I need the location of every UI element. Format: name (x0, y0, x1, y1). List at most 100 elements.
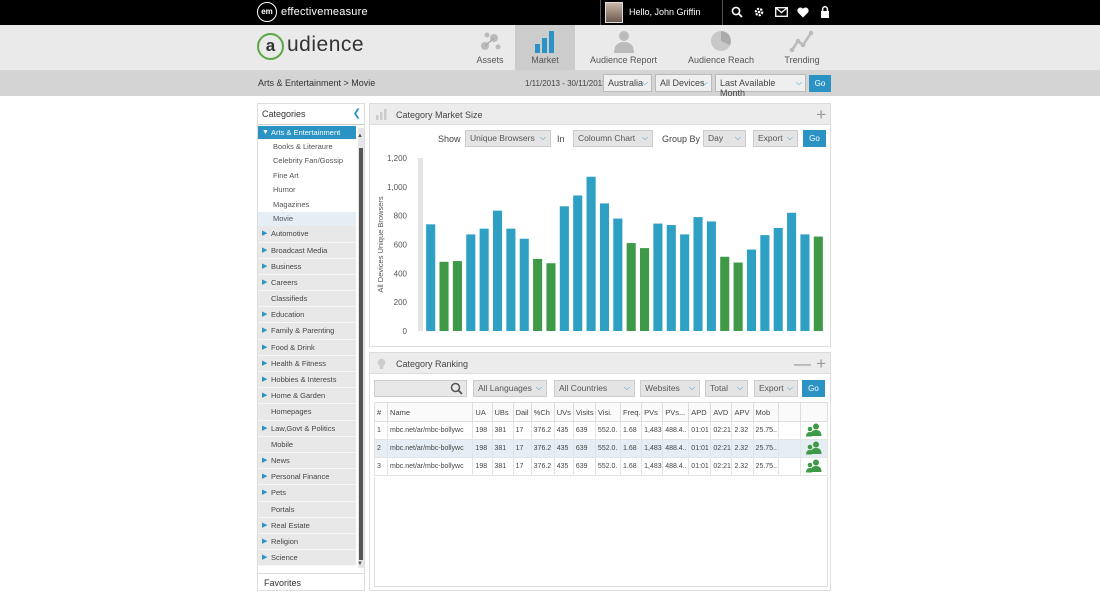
sidebar-subitem[interactable]: Books & Literaure (258, 140, 356, 155)
chart-bar[interactable] (559, 206, 569, 331)
chevron-left-icon[interactable]: ❮ (353, 108, 361, 119)
chart-bar[interactable] (546, 263, 556, 331)
sidebar-item[interactable]: ▶ Personal Finance (258, 469, 356, 486)
total-select[interactable]: Total ⌵ (705, 380, 748, 397)
audience-group-icon[interactable] (805, 441, 822, 455)
chart-bar[interactable] (773, 227, 783, 331)
avatar[interactable] (605, 2, 623, 23)
chart-bar[interactable] (800, 234, 810, 331)
sidebar-item[interactable]: ▶ Home & Garden (258, 388, 356, 405)
favorites-section[interactable]: Favorites (258, 573, 364, 592)
column-header[interactable]: PVs... (662, 402, 690, 422)
user-menu[interactable]: Hello, John Griffin (600, 0, 723, 25)
sidebar-item[interactable]: Homepages (258, 404, 356, 421)
sidebar-item[interactable]: ▶ Pets (258, 485, 356, 502)
nav-audience-reach[interactable]: Audience Reach (672, 25, 770, 70)
column-header[interactable]: %Ch (530, 402, 555, 422)
sidebar-scrollbar-thumb[interactable] (359, 148, 363, 560)
sidebar-item[interactable]: ▶ Law,Govt & Politics (258, 420, 356, 437)
column-header[interactable]: UA (472, 402, 493, 422)
audience-group-icon[interactable] (805, 459, 822, 473)
sidebar-item[interactable]: ▶ Real Estate (258, 517, 356, 534)
nav-trending[interactable]: Trending (770, 25, 834, 70)
column-header[interactable]: Visi. (594, 402, 622, 422)
audience-group-icon[interactable] (805, 423, 822, 437)
column-header[interactable]: AVD (710, 402, 733, 422)
scroll-down-icon[interactable]: ▼ (357, 561, 363, 567)
column-header[interactable]: Visits (572, 402, 596, 422)
sidebar-item[interactable]: Classifieds (258, 291, 356, 308)
sidebar-item[interactable]: ▶ Science (258, 550, 356, 567)
sidebar-item[interactable]: ▶ Broadcast Media (258, 242, 356, 259)
chart-bar[interactable] (746, 249, 757, 331)
effectivemeasure-logo-mark[interactable]: em (257, 2, 277, 22)
sidebar-item[interactable]: ▶ Health & Fitness (258, 355, 356, 373)
sidebar-subitem[interactable]: Celebrity Fan/Gossip (258, 154, 356, 169)
nav-market[interactable]: Market (515, 25, 575, 70)
chart-go-button[interactable]: Go (803, 130, 826, 147)
sidebar-item[interactable]: ▶ Education (258, 307, 356, 324)
chart-bar[interactable] (492, 210, 503, 331)
chart-bar[interactable] (452, 261, 462, 331)
chart-bar[interactable] (640, 248, 650, 331)
nav-assets[interactable]: Assets (465, 25, 515, 70)
sidebar-item[interactable]: Mobile (258, 436, 356, 453)
column-header[interactable]: Freq. (620, 402, 643, 422)
sidebar-item-arts-entertainment[interactable]: ▼ Arts & Entertainment (258, 126, 356, 140)
sidebar-item[interactable]: ▶ Religion (258, 533, 356, 551)
expand-icon[interactable]: + (816, 353, 826, 374)
chart-bar[interactable] (706, 221, 716, 331)
column-header[interactable] (799, 402, 829, 422)
expand-icon[interactable]: + (816, 104, 826, 125)
ranking-go-button[interactable]: Go (802, 380, 825, 397)
country-select[interactable]: Australia ⌵ (603, 74, 652, 92)
nav-audience-report[interactable]: Audience Report (575, 25, 672, 70)
chart-bar[interactable] (653, 223, 663, 331)
ranking-export-select[interactable]: Export ⌵ (754, 380, 798, 397)
chart-bar[interactable] (813, 236, 823, 331)
ranking-search-input[interactable] (374, 380, 467, 397)
show-select[interactable]: Unique Browsers ⌵ (465, 130, 551, 147)
column-header[interactable] (777, 402, 801, 422)
column-header[interactable]: UBs (491, 402, 514, 422)
chart-bar[interactable] (439, 261, 449, 331)
chart-bar[interactable] (426, 224, 436, 331)
column-header[interactable]: # (373, 402, 389, 422)
sidebar-item[interactable]: ▶ Business (258, 258, 356, 275)
sidebar-item[interactable]: ▶ Family & Parenting (258, 323, 356, 340)
column-header[interactable]: APV (731, 402, 754, 422)
chart-bar[interactable] (720, 256, 730, 331)
table-row[interactable]: 1 mbc.net/ar/mbc-bollywc 198 381 17 376.2 435 6… (373, 421, 829, 440)
column-header[interactable]: Dail (512, 402, 532, 422)
sidebar-item[interactable]: ▶ Food & Drink (258, 339, 356, 356)
effectivemeasure-logo-text[interactable]: effectivemeasure (281, 6, 368, 18)
languages-select[interactable]: All Languages ⌵ (473, 380, 547, 397)
column-header[interactable]: PVs (641, 402, 664, 422)
export-select[interactable]: Export ⌵ (753, 130, 798, 147)
sidebar-item[interactable]: ▶ Careers (258, 274, 356, 292)
sidebar-subitem[interactable]: Fine Art (258, 168, 356, 184)
chart-bar[interactable] (586, 176, 596, 331)
countries-select[interactable]: All Countries ⌵ (554, 380, 635, 397)
sidebar-subitem[interactable]: Movie (258, 211, 356, 227)
go-button[interactable]: Go (809, 75, 831, 92)
websites-select[interactable]: Websites ⌵ (640, 380, 700, 397)
chart-bar[interactable] (506, 228, 516, 331)
gear-icon[interactable] (748, 0, 770, 25)
table-row[interactable]: 3 mbc.net/ar/mbc-bollywc 198 381 17 376.2 435 6… (373, 457, 829, 476)
chart-bar[interactable] (733, 262, 743, 331)
lock-icon[interactable] (814, 0, 836, 25)
chart-bar[interactable] (680, 234, 690, 331)
chart-bar[interactable] (760, 235, 770, 331)
column-header[interactable]: APD (688, 402, 712, 422)
sidebar-subitem[interactable]: Magazines (258, 197, 356, 212)
chart-bar[interactable] (693, 217, 703, 331)
period-select[interactable]: Last Available Month ⌵ (715, 74, 806, 98)
mail-icon[interactable] (770, 0, 792, 25)
chart-bar[interactable] (573, 195, 583, 331)
scroll-up-icon[interactable]: ▲ (357, 133, 363, 139)
chart-type-select[interactable]: Coloumn Chart ⌵ (573, 130, 653, 147)
chart-bar[interactable] (519, 238, 529, 331)
chart-bar[interactable] (479, 228, 489, 331)
column-header[interactable]: Mob (752, 402, 779, 422)
